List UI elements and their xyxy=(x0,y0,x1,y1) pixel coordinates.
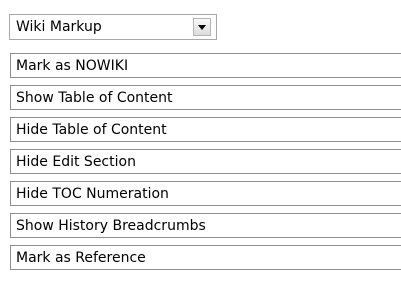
menu-item-label: Mark as NOWIKI xyxy=(16,58,129,74)
dropdown-selected-value: Wiki Markup xyxy=(16,19,102,35)
menu-item-hide-toc-numeration[interactable]: Hide TOC Numeration xyxy=(10,181,401,206)
menu-item-show-table-of-content[interactable]: Show Table of Content xyxy=(10,85,401,110)
markup-type-dropdown[interactable]: Wiki Markup xyxy=(9,14,217,40)
chevron-down-icon[interactable] xyxy=(193,18,211,36)
wiki-markup-panel: Wiki Markup Mark as NOWIKI Show Table of… xyxy=(0,0,401,297)
menu-item-label: Hide Edit Section xyxy=(16,154,136,170)
menu-item-label: Hide TOC Numeration xyxy=(16,186,169,202)
menu-item-label: Mark as Reference xyxy=(16,250,146,266)
menu-item-label: Show History Breadcrumbs xyxy=(16,218,206,234)
menu-item-mark-as-nowiki[interactable]: Mark as NOWIKI xyxy=(10,53,401,78)
menu-item-hide-edit-section[interactable]: Hide Edit Section xyxy=(10,149,401,174)
menu-item-label: Show Table of Content xyxy=(16,90,173,106)
menu-item-label: Hide Table of Content xyxy=(16,122,167,138)
menu-item-hide-table-of-content[interactable]: Hide Table of Content xyxy=(10,117,401,142)
menu-item-show-history-breadcrumbs[interactable]: Show History Breadcrumbs xyxy=(10,213,401,238)
menu-item-mark-as-reference[interactable]: Mark as Reference xyxy=(10,245,401,270)
